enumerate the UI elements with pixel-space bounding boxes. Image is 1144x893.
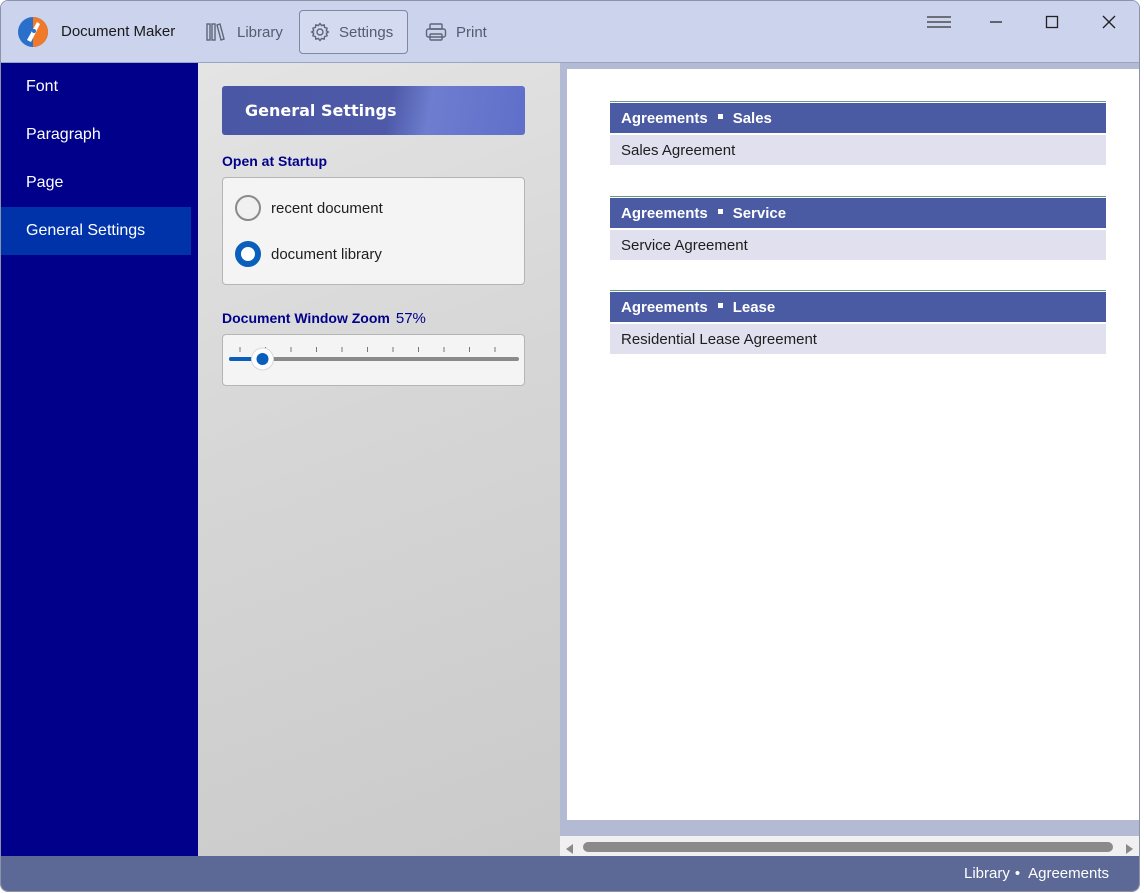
zoom-label: Document Window Zoom 57%	[222, 310, 426, 327]
zoom-slider-ticks	[239, 347, 496, 352]
radio-document-library[interactable]: document library	[235, 240, 382, 268]
printer-icon	[425, 22, 447, 42]
close-icon[interactable]	[1089, 9, 1129, 35]
sidebar-item-page[interactable]: Page	[1, 159, 191, 207]
settings-header: General Settings	[222, 86, 525, 135]
sidebar-item-paragraph[interactable]: Paragraph	[1, 111, 191, 159]
maximize-icon[interactable]	[1032, 9, 1072, 35]
sidebar-item-general-settings[interactable]: General Settings	[1, 207, 191, 255]
status-bar: Library • Agreements	[1, 856, 1139, 891]
document-group: Agreements Lease Residential Lease Agree…	[610, 290, 1106, 354]
horizontal-scrollbar[interactable]	[560, 836, 1139, 856]
radio-label-recent: recent document	[271, 199, 383, 217]
minimize-icon[interactable]	[976, 9, 1016, 35]
library-button[interactable]: Library	[195, 10, 294, 54]
zoom-value: 57%	[395, 310, 426, 327]
title-bar: Document Maker Library Settings Print	[1, 1, 1139, 63]
category-label: Agreements	[621, 109, 708, 127]
settings-button[interactable]: Settings	[299, 10, 408, 54]
subcategory-label: Sales	[732, 109, 772, 127]
category-label: Agreements	[621, 298, 708, 316]
document-page: Agreements Sales Sales Agreement Agreeme…	[567, 69, 1139, 820]
app-window: Document Maker Library Settings Print Fo…	[0, 0, 1140, 892]
document-group-header: Agreements Service	[610, 198, 1106, 228]
sidebar-item-font[interactable]: Font	[1, 63, 191, 111]
breadcrumb-library[interactable]: Library	[964, 865, 1010, 882]
document-group-header: Agreements Lease	[610, 292, 1106, 322]
settings-button-label: Settings	[339, 23, 394, 41]
document-group-header: Agreements Sales	[610, 103, 1106, 133]
document-group: Agreements Service Service Agreement	[610, 196, 1106, 260]
category-label: Agreements	[621, 204, 708, 222]
library-icon	[206, 22, 228, 42]
separator-icon	[717, 113, 723, 119]
library-button-label: Library	[237, 23, 283, 41]
zoom-label-text: Document Window Zoom	[222, 310, 390, 326]
app-title: Document Maker	[61, 23, 176, 40]
radio-label-library: document library	[271, 245, 382, 263]
radio-button-checked[interactable]	[235, 241, 261, 267]
zoom-slider-thumb[interactable]	[251, 347, 274, 371]
scrollbar-thumb[interactable]	[583, 842, 1113, 852]
separator-icon	[717, 208, 723, 214]
gear-icon	[310, 22, 330, 42]
settings-panel: General Settings Open at Startup recent …	[198, 63, 560, 856]
startup-radio-group: recent document document library	[222, 177, 525, 285]
document-view: Agreements Sales Sales Agreement Agreeme…	[560, 63, 1139, 856]
print-button[interactable]: Print	[414, 10, 498, 54]
subcategory-label: Lease	[732, 298, 776, 316]
breadcrumb: Library • Agreements	[964, 856, 1109, 891]
document-item-sales-agreement[interactable]: Sales Agreement	[610, 135, 1106, 165]
sidebar: Font Paragraph Page General Settings	[1, 63, 198, 856]
app-logo-icon	[17, 16, 49, 48]
document-group: Agreements Sales Sales Agreement	[610, 101, 1106, 165]
zoom-slider-box	[222, 334, 525, 386]
menu-icon[interactable]	[919, 9, 959, 35]
zoom-slider[interactable]	[223, 335, 524, 385]
radio-recent-document[interactable]: recent document	[235, 194, 383, 222]
subcategory-label: Service	[732, 204, 787, 222]
breadcrumb-separator-icon: •	[1014, 865, 1021, 882]
document-item-residential-lease-agreement[interactable]: Residential Lease Agreement	[610, 324, 1106, 354]
breadcrumb-agreements[interactable]: Agreements	[1028, 865, 1109, 882]
radio-button-unchecked[interactable]	[235, 195, 261, 221]
print-button-label: Print	[456, 23, 487, 41]
startup-label: Open at Startup	[222, 153, 328, 169]
document-item-service-agreement[interactable]: Service Agreement	[610, 230, 1106, 260]
separator-icon	[717, 302, 723, 308]
